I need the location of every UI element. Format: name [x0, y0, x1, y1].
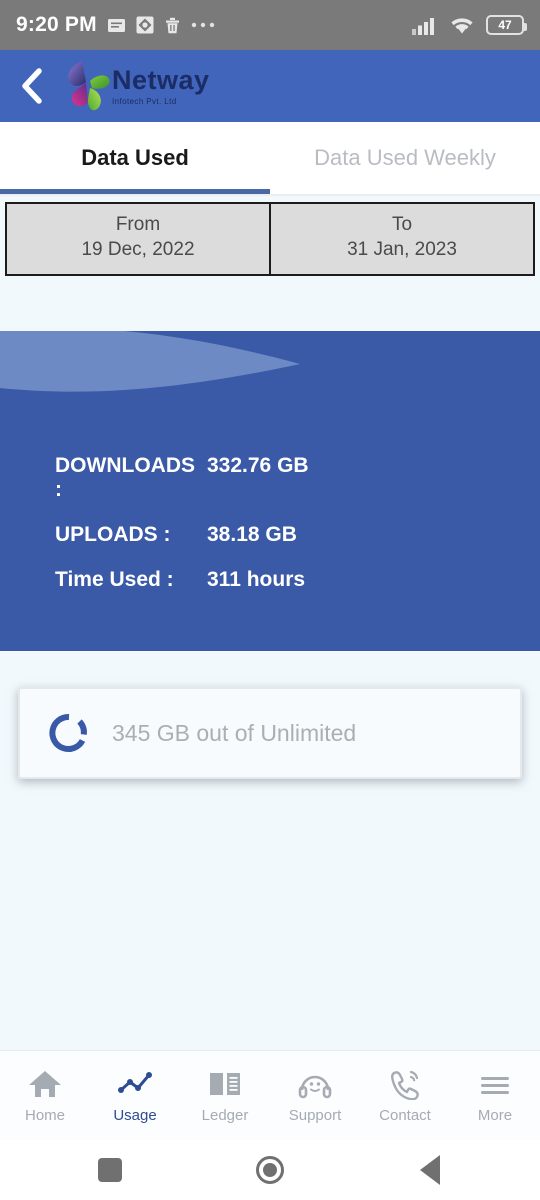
brand-logo-text: Netway Infotech Pvt. Ltd — [112, 64, 210, 106]
date-to-value: 31 Jan, 2023 — [347, 238, 457, 260]
home-circle-icon — [256, 1156, 284, 1184]
nav-label-ledger: Ledger — [201, 1106, 249, 1124]
headset-icon — [298, 1075, 332, 1098]
hamburger-icon — [481, 1076, 509, 1094]
downloads-value: 332.76 GB — [207, 454, 309, 478]
photos-sync-icon — [136, 16, 154, 34]
status-bar-system-icons: 47 — [412, 15, 527, 35]
battery-level-label: 47 — [498, 18, 512, 32]
nav-label-more: More — [477, 1106, 513, 1124]
status-bar-notification-icons — [107, 15, 216, 35]
android-recents-button[interactable] — [30, 1158, 190, 1182]
line-chart-icon — [118, 1071, 152, 1093]
back-triangle-icon — [420, 1155, 440, 1185]
phone-screen: 9:20 PM 47 Netway Infotech Pvt. Ltd Data… — [0, 0, 540, 1200]
date-from-value: 19 Dec, 2022 — [81, 238, 195, 260]
android-back-button[interactable] — [350, 1155, 510, 1185]
stat-row-downloads: DOWNLOADS : 332.76 GB — [55, 454, 309, 502]
tab-bar: Data Used Data Used Weekly — [0, 122, 540, 194]
stat-row-time-used: Time Used : 311 hours — [55, 568, 309, 592]
wave-decoration — [0, 331, 540, 407]
nav-item-contact[interactable]: Contact — [360, 1068, 450, 1124]
nav-item-support[interactable]: Support — [270, 1068, 360, 1124]
brand-name: Netway — [112, 64, 210, 95]
brand-tagline: Infotech Pvt. Ltd — [112, 96, 177, 106]
nav-label-home: Home — [24, 1106, 65, 1124]
quota-card-wrapper: 345 GB out of Unlimited — [18, 687, 522, 780]
phone-call-icon — [391, 1070, 419, 1100]
time-used-label: Time Used : — [55, 568, 174, 592]
time-used-value: 311 hours — [207, 568, 306, 592]
uploads-value: 38.18 GB — [207, 523, 297, 547]
nav-label-usage: Usage — [113, 1106, 157, 1124]
stat-row-uploads: UPLOADS : 38.18 GB — [55, 523, 309, 547]
status-bar: 9:20 PM 47 — [0, 0, 540, 50]
usage-stats-list: DOWNLOADS : 332.76 GB UPLOADS : 38.18 GB… — [55, 454, 309, 613]
nav-item-ledger[interactable]: Ledger — [180, 1068, 270, 1124]
quota-card[interactable]: 345 GB out of Unlimited — [18, 687, 522, 780]
cellular-signal-icon — [412, 17, 434, 35]
android-navigation-bar — [0, 1140, 540, 1200]
quota-text: 345 GB out of Unlimited — [112, 719, 357, 746]
book-icon — [210, 1071, 240, 1096]
usage-summary-panel: DOWNLOADS : 332.76 GB UPLOADS : 38.18 GB… — [0, 331, 540, 652]
date-from-label: From — [115, 214, 161, 235]
bottom-navigation-bar: Home Usage Ledger Support Contact More — [0, 1050, 540, 1140]
uploads-label: UPLOADS : — [55, 523, 171, 547]
netway-butterfly-icon — [68, 61, 110, 111]
nav-item-more[interactable]: More — [450, 1068, 540, 1124]
downloads-label: DOWNLOADS : — [55, 454, 195, 502]
nav-item-home[interactable]: Home — [0, 1068, 90, 1124]
wifi-icon — [451, 17, 473, 33]
date-from-field[interactable]: From 19 Dec, 2022 — [5, 202, 271, 277]
chevron-left-icon — [22, 68, 42, 104]
brand-logo: Netway Infotech Pvt. Ltd — [62, 57, 210, 115]
date-to-label: To — [391, 214, 413, 235]
home-icon — [29, 1070, 61, 1097]
nav-label-contact: Contact — [379, 1106, 431, 1124]
recents-square-icon — [98, 1158, 122, 1182]
trash-icon — [165, 17, 179, 33]
app-bar: Netway Infotech Pvt. Ltd — [0, 50, 540, 122]
date-to-field[interactable]: To 31 Jan, 2023 — [271, 202, 535, 277]
tab-data-used[interactable]: Data Used — [0, 122, 270, 194]
tab-active-indicator — [0, 189, 270, 194]
status-bar-clock: 9:20 PM — [16, 13, 97, 36]
message-icon — [107, 18, 125, 32]
tab-bar-shadow — [0, 194, 540, 197]
nav-label-support: Support — [288, 1106, 342, 1124]
tab-data-used-weekly[interactable]: Data Used Weekly — [270, 122, 540, 194]
nav-item-usage[interactable]: Usage — [90, 1068, 180, 1124]
more-dots-icon — [191, 22, 214, 28]
donut-progress-icon — [49, 714, 87, 753]
back-button[interactable] — [0, 66, 62, 106]
android-home-button[interactable] — [190, 1156, 350, 1184]
date-range-row: From 19 Dec, 2022 To 31 Jan, 2023 — [5, 202, 535, 277]
battery-icon: 47 — [486, 15, 527, 35]
